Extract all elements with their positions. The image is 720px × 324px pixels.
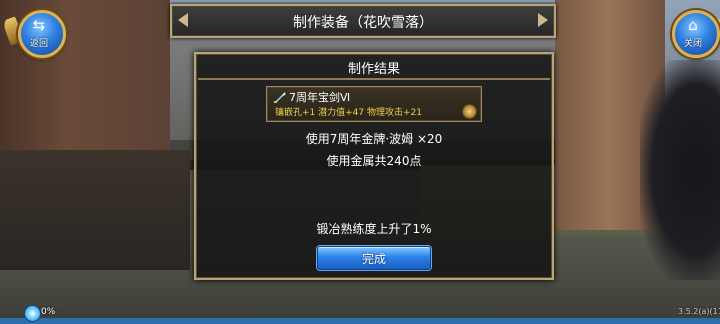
back-label: 返回	[29, 39, 48, 49]
close-label: 关闭	[683, 39, 702, 49]
back-button[interactable]: ⇆ 返回	[1, 6, 66, 58]
panel-divider	[198, 78, 550, 80]
back-arrow-icon: ⇆	[32, 16, 46, 34]
item-name: 7周年宝剑Ⅵ	[289, 91, 351, 104]
version-text: 3.5.2(a)(11)	[678, 307, 720, 316]
done-button[interactable]: 完成	[317, 246, 431, 270]
title-bar: 制作装备（花吹雪落）	[170, 4, 556, 38]
item-stats: 镶嵌孔+1 潜力值+47 物理攻击+21	[275, 108, 422, 118]
proficiency-line: 锻冶熟练度上升了1%	[316, 222, 432, 236]
left-wall-shadow	[0, 150, 190, 270]
metal-used-line: 使用金属共240点	[326, 154, 422, 168]
done-button-label: 完成	[361, 252, 386, 266]
item-card[interactable]: 7周年宝剑Ⅵ 镶嵌孔+1 潜力值+47 物理攻击+21	[266, 86, 482, 122]
right-triangle-icon	[538, 13, 548, 27]
result-panel: 制作结果 7周年宝剑Ⅵ 镶嵌孔+1 潜力值+47 物理攻击+21 使用7周年金牌…	[194, 52, 554, 280]
panel-title: 制作结果	[347, 62, 400, 77]
page-title: 制作装备（花吹雪落）	[293, 15, 433, 31]
gear-icon	[462, 104, 477, 119]
network-icon	[24, 305, 41, 322]
close-button[interactable]: ⌂ 关闭	[668, 6, 720, 58]
footer-bar	[0, 318, 720, 324]
network-percent: 0%	[41, 307, 56, 317]
material-used-line: 使用7周年金牌·波姆 ×20	[305, 132, 443, 146]
dark-shape	[640, 60, 720, 280]
sword-icon	[274, 92, 286, 103]
home-icon: ⌂	[688, 16, 698, 34]
